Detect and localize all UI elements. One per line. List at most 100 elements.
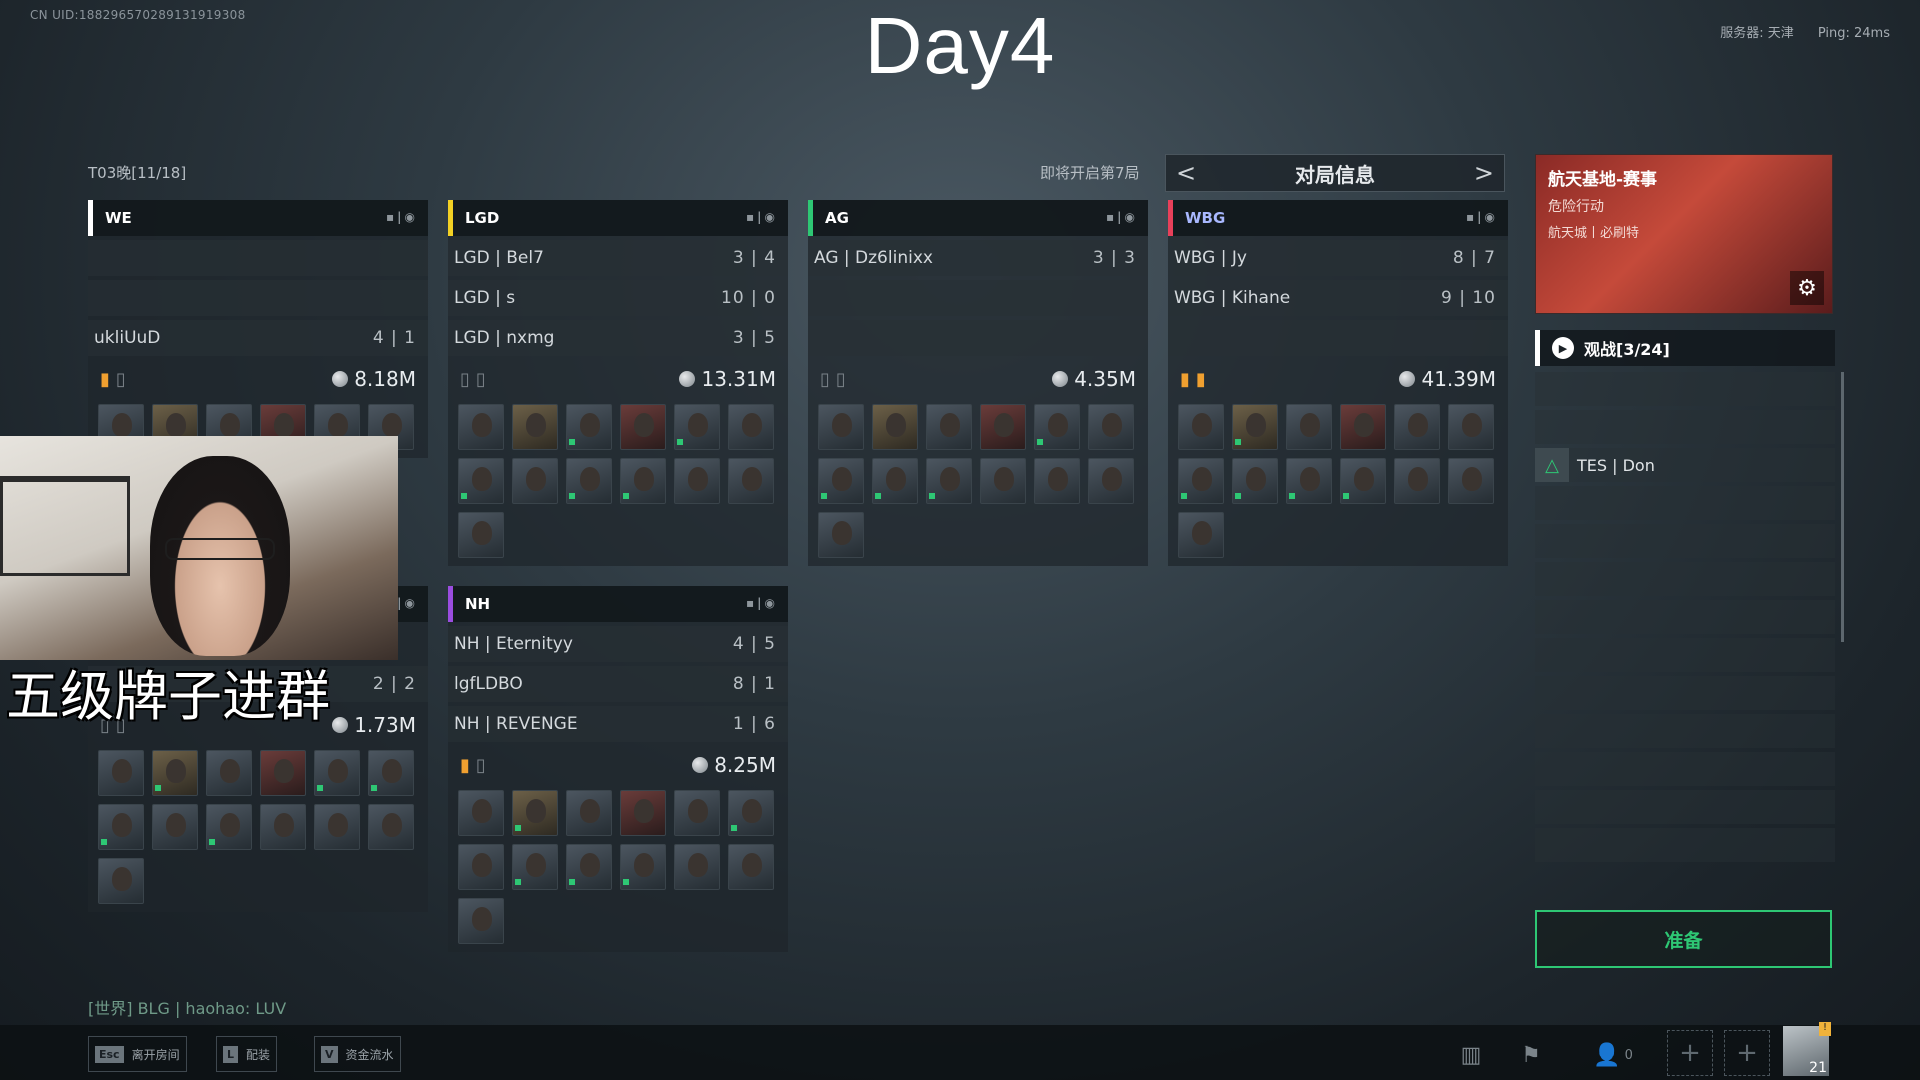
operator-icon[interactable]	[512, 844, 558, 890]
operator-icon[interactable]	[620, 404, 666, 450]
operator-icon[interactable]	[620, 790, 666, 836]
player-row[interactable]: LGD | Bel7 3 | 4	[448, 240, 788, 276]
operator-icon[interactable]	[1088, 404, 1134, 450]
player-row[interactable]: LGD | s 10 | 0	[448, 280, 788, 316]
operator-icon[interactable]	[314, 804, 360, 850]
operator-icon[interactable]	[1448, 404, 1494, 450]
spectator-scrollbar[interactable]	[1841, 372, 1844, 642]
operator-icon[interactable]	[926, 404, 972, 450]
operator-icon[interactable]	[728, 790, 774, 836]
player-row[interactable]: LGD | nxmg 3 | 5	[448, 320, 788, 356]
player-row[interactable]: lgfLDBO 8 | 1	[448, 666, 788, 702]
operator-icon[interactable]	[872, 404, 918, 450]
spectator-slot[interactable]: △ TES | Don	[1535, 448, 1835, 482]
operator-icon[interactable]	[620, 844, 666, 890]
operator-icon[interactable]	[1178, 512, 1224, 558]
operator-icon[interactable]	[260, 804, 306, 850]
operator-icon[interactable]	[206, 750, 252, 796]
operator-icon[interactable]	[566, 844, 612, 890]
operator-icon[interactable]	[1340, 404, 1386, 450]
operator-icon[interactable]	[458, 898, 504, 944]
flag-icon[interactable]: ⚑	[1514, 1038, 1548, 1072]
operator-icon[interactable]	[980, 404, 1026, 450]
player-row[interactable]: WBG | Jy 8 | 7	[1168, 240, 1508, 276]
player-row[interactable]: NH | REVENGE 1 | 6	[448, 706, 788, 742]
operator-icon[interactable]	[728, 844, 774, 890]
operator-icon[interactable]	[1178, 458, 1224, 504]
operator-icon[interactable]	[674, 844, 720, 890]
operator-icon[interactable]	[512, 458, 558, 504]
operator-icon[interactable]	[152, 804, 198, 850]
operator-icon[interactable]	[1394, 404, 1440, 450]
operator-icon[interactable]	[368, 804, 414, 850]
operator-icon[interactable]	[980, 458, 1026, 504]
player-row[interactable]	[808, 280, 1148, 316]
spectator-slot[interactable]	[1535, 714, 1835, 748]
operator-icon[interactable]	[368, 750, 414, 796]
operator-icon[interactable]	[458, 844, 504, 890]
hotkey-funds[interactable]: V 资金流水	[314, 1036, 401, 1072]
spectator-slot[interactable]	[1535, 676, 1835, 710]
spectator-slot[interactable]	[1535, 562, 1835, 596]
spectator-slot[interactable]	[1535, 752, 1835, 786]
operator-icon[interactable]	[260, 750, 306, 796]
add-party-slot-icon[interactable]: +	[1667, 1030, 1713, 1076]
operator-icon[interactable]	[620, 458, 666, 504]
spectator-slot[interactable]	[1535, 410, 1835, 444]
spectator-slot[interactable]	[1535, 524, 1835, 558]
player-row[interactable]: NH | Eternityy 4 | 5	[448, 626, 788, 662]
team-header[interactable]: LGD ▪|◉	[448, 200, 788, 236]
team-header[interactable]: WE ▪|◉	[88, 200, 428, 236]
next-arrow-icon[interactable]: >	[1474, 159, 1494, 187]
operator-icon[interactable]	[872, 458, 918, 504]
player-row[interactable]: ukliUuD 4 | 1	[88, 320, 428, 356]
operator-icon[interactable]	[1232, 404, 1278, 450]
operator-icon[interactable]	[818, 404, 864, 450]
operator-icon[interactable]	[314, 750, 360, 796]
spectator-slot[interactable]	[1535, 790, 1835, 824]
map-card[interactable]: 航天基地-赛事 危险行动 航天城丨必刷特 ⚙	[1535, 154, 1833, 314]
add-party-slot-icon[interactable]: +	[1724, 1030, 1770, 1076]
operator-icon[interactable]	[512, 404, 558, 450]
spectator-header[interactable]: ▶ 观战[3/24]	[1535, 330, 1835, 366]
operator-icon[interactable]	[1232, 458, 1278, 504]
operator-icon[interactable]	[566, 458, 612, 504]
operator-icon[interactable]	[566, 404, 612, 450]
player-row[interactable]: WBG | Kihane 9 | 10	[1168, 280, 1508, 316]
spectator-slot[interactable]	[1535, 486, 1835, 520]
spectator-slot[interactable]	[1535, 372, 1835, 406]
player-row[interactable]	[1168, 320, 1508, 356]
operator-icon[interactable]	[206, 804, 252, 850]
operator-icon[interactable]	[458, 790, 504, 836]
operator-icon[interactable]	[1394, 458, 1440, 504]
operator-icon[interactable]	[818, 512, 864, 558]
team-header[interactable]: AG ▪|◉	[808, 200, 1148, 236]
hotkey-loadout[interactable]: L 配装	[216, 1036, 278, 1072]
operator-icon[interactable]	[926, 458, 972, 504]
operator-icon[interactable]	[1340, 458, 1386, 504]
player-row[interactable]	[88, 280, 428, 316]
stats-icon[interactable]: ▥	[1454, 1038, 1488, 1072]
player-avatar[interactable]: ! 21	[1783, 1022, 1831, 1076]
operator-icon[interactable]	[674, 404, 720, 450]
operator-icon[interactable]	[674, 790, 720, 836]
operator-icon[interactable]	[1034, 404, 1080, 450]
operator-icon[interactable]	[98, 804, 144, 850]
operator-icon[interactable]	[152, 750, 198, 796]
operator-icon[interactable]	[1034, 458, 1080, 504]
prev-arrow-icon[interactable]: <	[1176, 159, 1196, 187]
operator-icon[interactable]	[566, 790, 612, 836]
player-row[interactable]	[808, 320, 1148, 356]
operator-icon[interactable]	[728, 458, 774, 504]
operator-icon[interactable]	[458, 512, 504, 558]
operator-icon[interactable]	[98, 750, 144, 796]
team-header[interactable]: WBG ▪|◉	[1168, 200, 1508, 236]
operator-icon[interactable]	[1286, 458, 1332, 504]
spectator-slot[interactable]	[1535, 638, 1835, 672]
operator-icon[interactable]	[1178, 404, 1224, 450]
operator-icon[interactable]	[818, 458, 864, 504]
player-row[interactable]: AG | Dz6linixx 3 | 3	[808, 240, 1148, 276]
operator-icon[interactable]	[674, 458, 720, 504]
gear-icon[interactable]: ⚙	[1790, 271, 1824, 305]
operator-icon[interactable]	[458, 458, 504, 504]
